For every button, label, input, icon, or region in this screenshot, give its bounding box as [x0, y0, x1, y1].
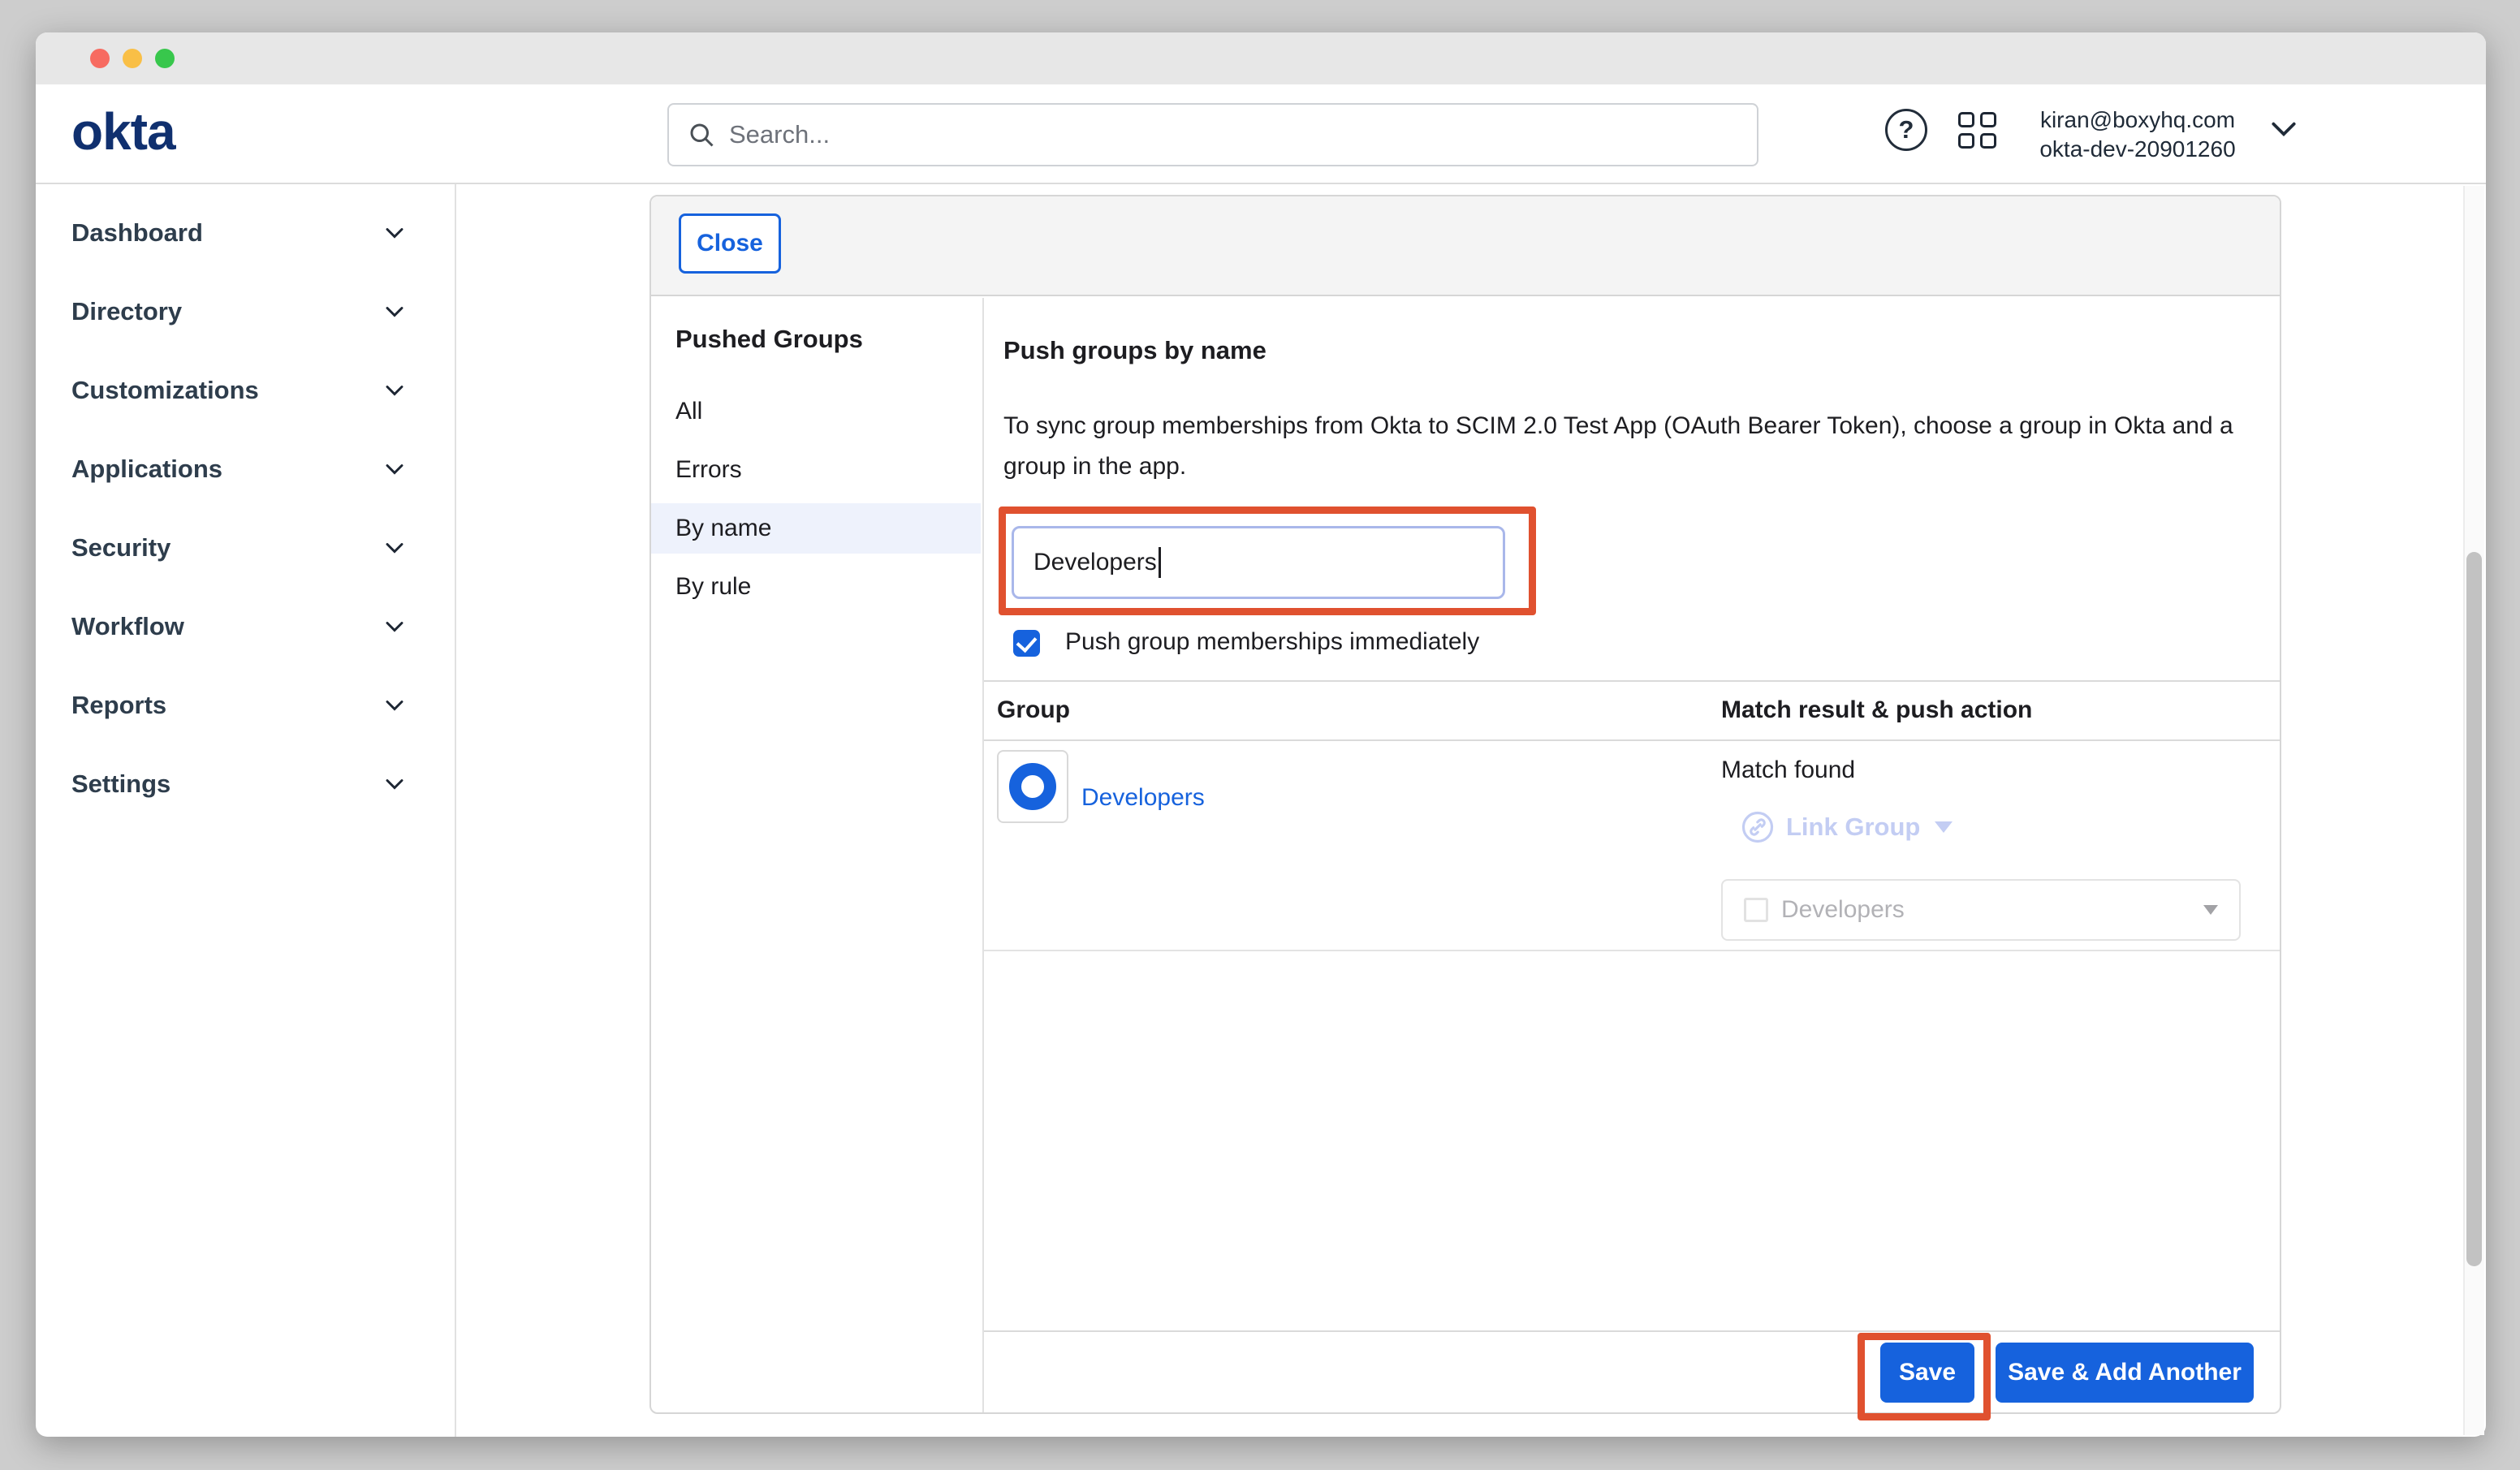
minimize-window-button[interactable]	[123, 49, 142, 68]
panel-nav-divider	[982, 298, 984, 1412]
sidebar-item-customizations[interactable]: Customizations	[36, 365, 453, 416]
group-avatar	[997, 750, 1068, 823]
chevron-down-icon	[383, 304, 406, 319]
sidebar-item-dashboard[interactable]: Dashboard	[36, 208, 453, 258]
window-titlebar	[36, 32, 2486, 84]
zoom-window-button[interactable]	[155, 49, 175, 68]
group-name-link[interactable]: Developers	[1081, 784, 1205, 812]
save-add-another-button[interactable]: Save & Add Another	[1996, 1343, 2254, 1403]
scrollbar-thumb[interactable]	[2466, 552, 2482, 1266]
nav-item-by-name[interactable]: By name	[651, 503, 981, 554]
footer-divider	[984, 1330, 2280, 1332]
table-row-divider	[984, 950, 2280, 951]
chevron-down-icon	[383, 541, 406, 555]
sidebar-divider	[455, 184, 456, 1437]
help-icon[interactable]: ?	[1885, 109, 1927, 151]
close-button[interactable]: Close	[679, 213, 781, 274]
panel-nav-title: Pushed Groups	[675, 325, 863, 354]
page-title: Push groups by name	[1003, 336, 1266, 365]
sidebar-item-applications[interactable]: Applications	[36, 444, 453, 494]
chevron-down-icon	[383, 619, 406, 634]
header-divider	[36, 183, 2486, 184]
pushed-groups-panel	[649, 195, 2281, 1414]
app-group-value: Developers	[1781, 896, 2190, 924]
column-header-match: Match result & push action	[1721, 696, 2032, 724]
account-email: kiran@boxyhq.com	[2022, 106, 2254, 135]
chevron-down-icon	[383, 462, 406, 476]
table-header-divider	[984, 739, 2280, 741]
app-group-icon	[1744, 898, 1768, 922]
match-status-text: Match found	[1721, 757, 1855, 784]
apps-grid-icon[interactable]	[1958, 112, 1997, 149]
account-menu[interactable]: kiran@boxyhq.com okta-dev-20901260	[2022, 106, 2254, 164]
sidebar-item-reports[interactable]: Reports	[36, 680, 453, 731]
save-button[interactable]: Save	[1880, 1343, 1974, 1403]
push-immediately-checkbox[interactable]	[1013, 630, 1040, 657]
okta-logo: okta	[71, 99, 175, 164]
account-chevron-down-icon[interactable]	[2268, 119, 2299, 140]
sidebar-item-settings[interactable]: Settings	[36, 759, 453, 809]
link-icon	[1741, 810, 1775, 844]
group-name-value: Developers	[1033, 549, 1157, 576]
chevron-down-icon	[383, 226, 406, 240]
account-org: okta-dev-20901260	[2022, 135, 2254, 164]
close-window-button[interactable]	[90, 49, 110, 68]
description-text: To sync group memberships from Okta to S…	[1003, 406, 2278, 487]
app-group-select[interactable]: Developers	[1721, 879, 2241, 941]
sidebar-item-directory[interactable]: Directory	[36, 287, 453, 337]
select-caret-icon	[2203, 905, 2218, 915]
link-group-caret-icon	[1935, 821, 1953, 833]
global-search[interactable]	[667, 103, 1758, 166]
link-group-button[interactable]: Link Group	[1741, 810, 1953, 844]
group-name-input[interactable]: Developers	[1012, 526, 1505, 599]
chevron-down-icon	[383, 383, 406, 398]
nav-item-by-rule[interactable]: By rule	[651, 562, 981, 612]
text-cursor	[1159, 547, 1161, 578]
chevron-down-icon	[383, 777, 406, 791]
nav-item-all[interactable]: All	[651, 386, 981, 437]
column-header-group: Group	[997, 696, 1070, 724]
search-input[interactable]	[729, 120, 1739, 149]
push-immediately-label: Push group memberships immediately	[1065, 628, 1479, 656]
chevron-down-icon	[383, 698, 406, 713]
section-divider	[984, 680, 2280, 682]
link-group-label: Link Group	[1786, 813, 1920, 842]
sidebar-item-security[interactable]: Security	[36, 523, 453, 573]
nav-item-errors[interactable]: Errors	[651, 445, 981, 495]
group-icon	[1009, 763, 1056, 810]
search-icon	[687, 120, 716, 149]
panel-header	[651, 196, 2280, 296]
sidebar-item-workflow[interactable]: Workflow	[36, 601, 453, 652]
